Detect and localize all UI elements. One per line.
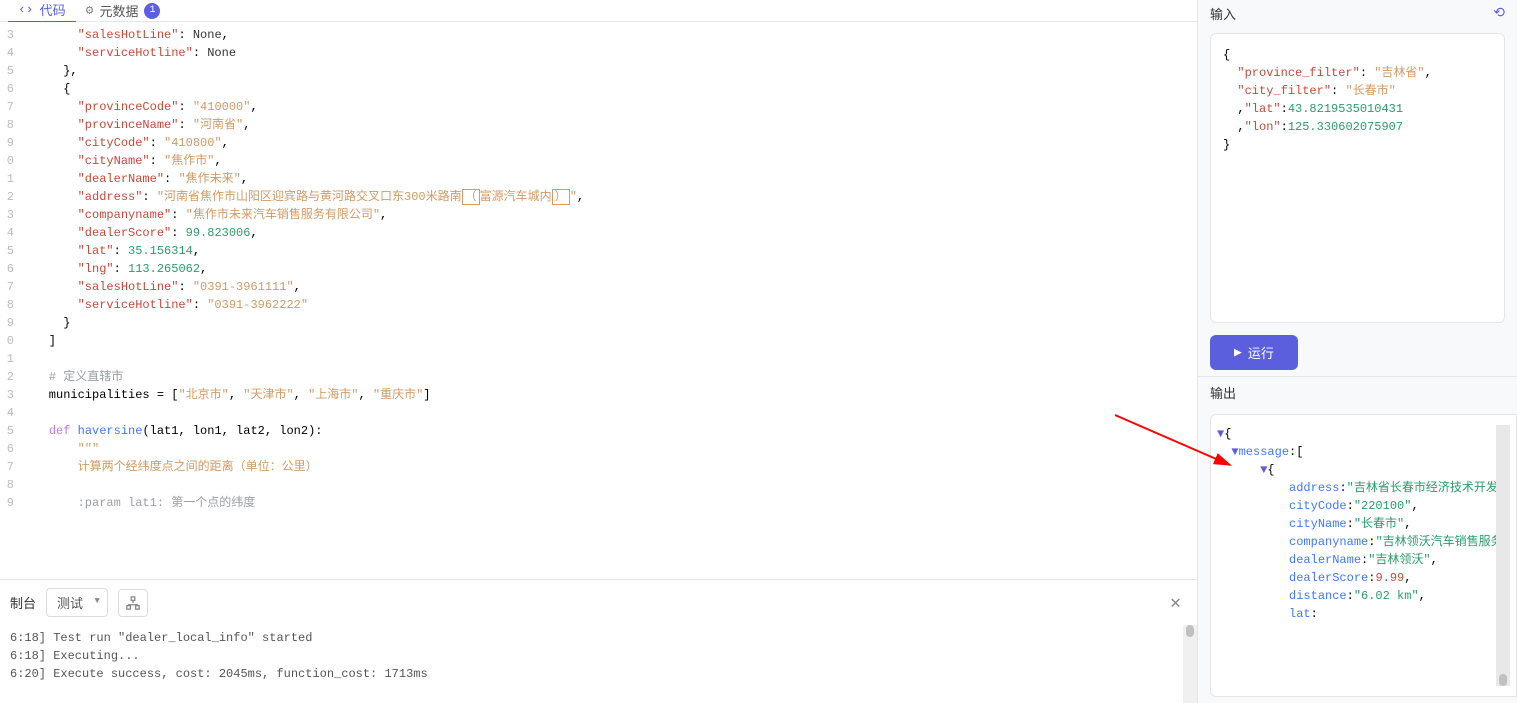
env-dropdown[interactable]: 测试 <box>46 588 108 617</box>
tab-metadata-label: 元数据 <box>99 1 138 20</box>
code-body[interactable]: "salesHotLine": None, "serviceHotline": … <box>20 22 1197 579</box>
output-section-title: 输出 <box>1198 377 1517 408</box>
output-scrollbar[interactable] <box>1496 425 1510 686</box>
input-section-title: 输入 <box>1210 4 1236 23</box>
console-log: 6:18] Test run "dealer_local_info" start… <box>0 625 1183 703</box>
console-title: 制台 <box>10 593 36 612</box>
metadata-badge: 1 <box>144 3 160 19</box>
settings-icon: ⚙ <box>86 3 94 18</box>
code-icon: ‹› <box>18 2 34 17</box>
play-icon: ▶ <box>1234 345 1242 360</box>
line-gutter: 345678901234567890123456789 <box>0 22 20 579</box>
graph-button[interactable] <box>118 589 148 617</box>
right-panel: 输入 ⟲ { "province_filter": "吉林省", "city_f… <box>1197 0 1517 703</box>
close-console-button[interactable]: ✕ <box>1164 590 1187 616</box>
tab-code[interactable]: ‹› 代码 <box>8 0 76 23</box>
reset-icon[interactable]: ⟲ <box>1493 5 1505 22</box>
input-json-editor[interactable]: { "province_filter": "吉林省", "city_filter… <box>1210 33 1505 323</box>
editor-tabs: ‹› 代码 ⚙ 元数据 1 <box>0 0 1197 22</box>
run-label: 运行 <box>1248 343 1274 362</box>
console-scrollbar[interactable] <box>1183 625 1197 703</box>
code-editor[interactable]: 345678901234567890123456789 "salesHotLin… <box>0 22 1197 579</box>
sitemap-icon <box>126 596 140 610</box>
tab-metadata[interactable]: ⚙ 元数据 1 <box>76 0 171 22</box>
output-json-tree[interactable]: ▼{ ▼message:[ ▼{ address:"吉林省长春市经济技术开发区东… <box>1217 425 1496 686</box>
tab-code-label: 代码 <box>40 0 66 19</box>
run-button[interactable]: ▶ 运行 <box>1210 335 1298 370</box>
console-panel: 制台 测试 ✕ 6:18] Test run "dealer_local_inf… <box>0 579 1197 703</box>
